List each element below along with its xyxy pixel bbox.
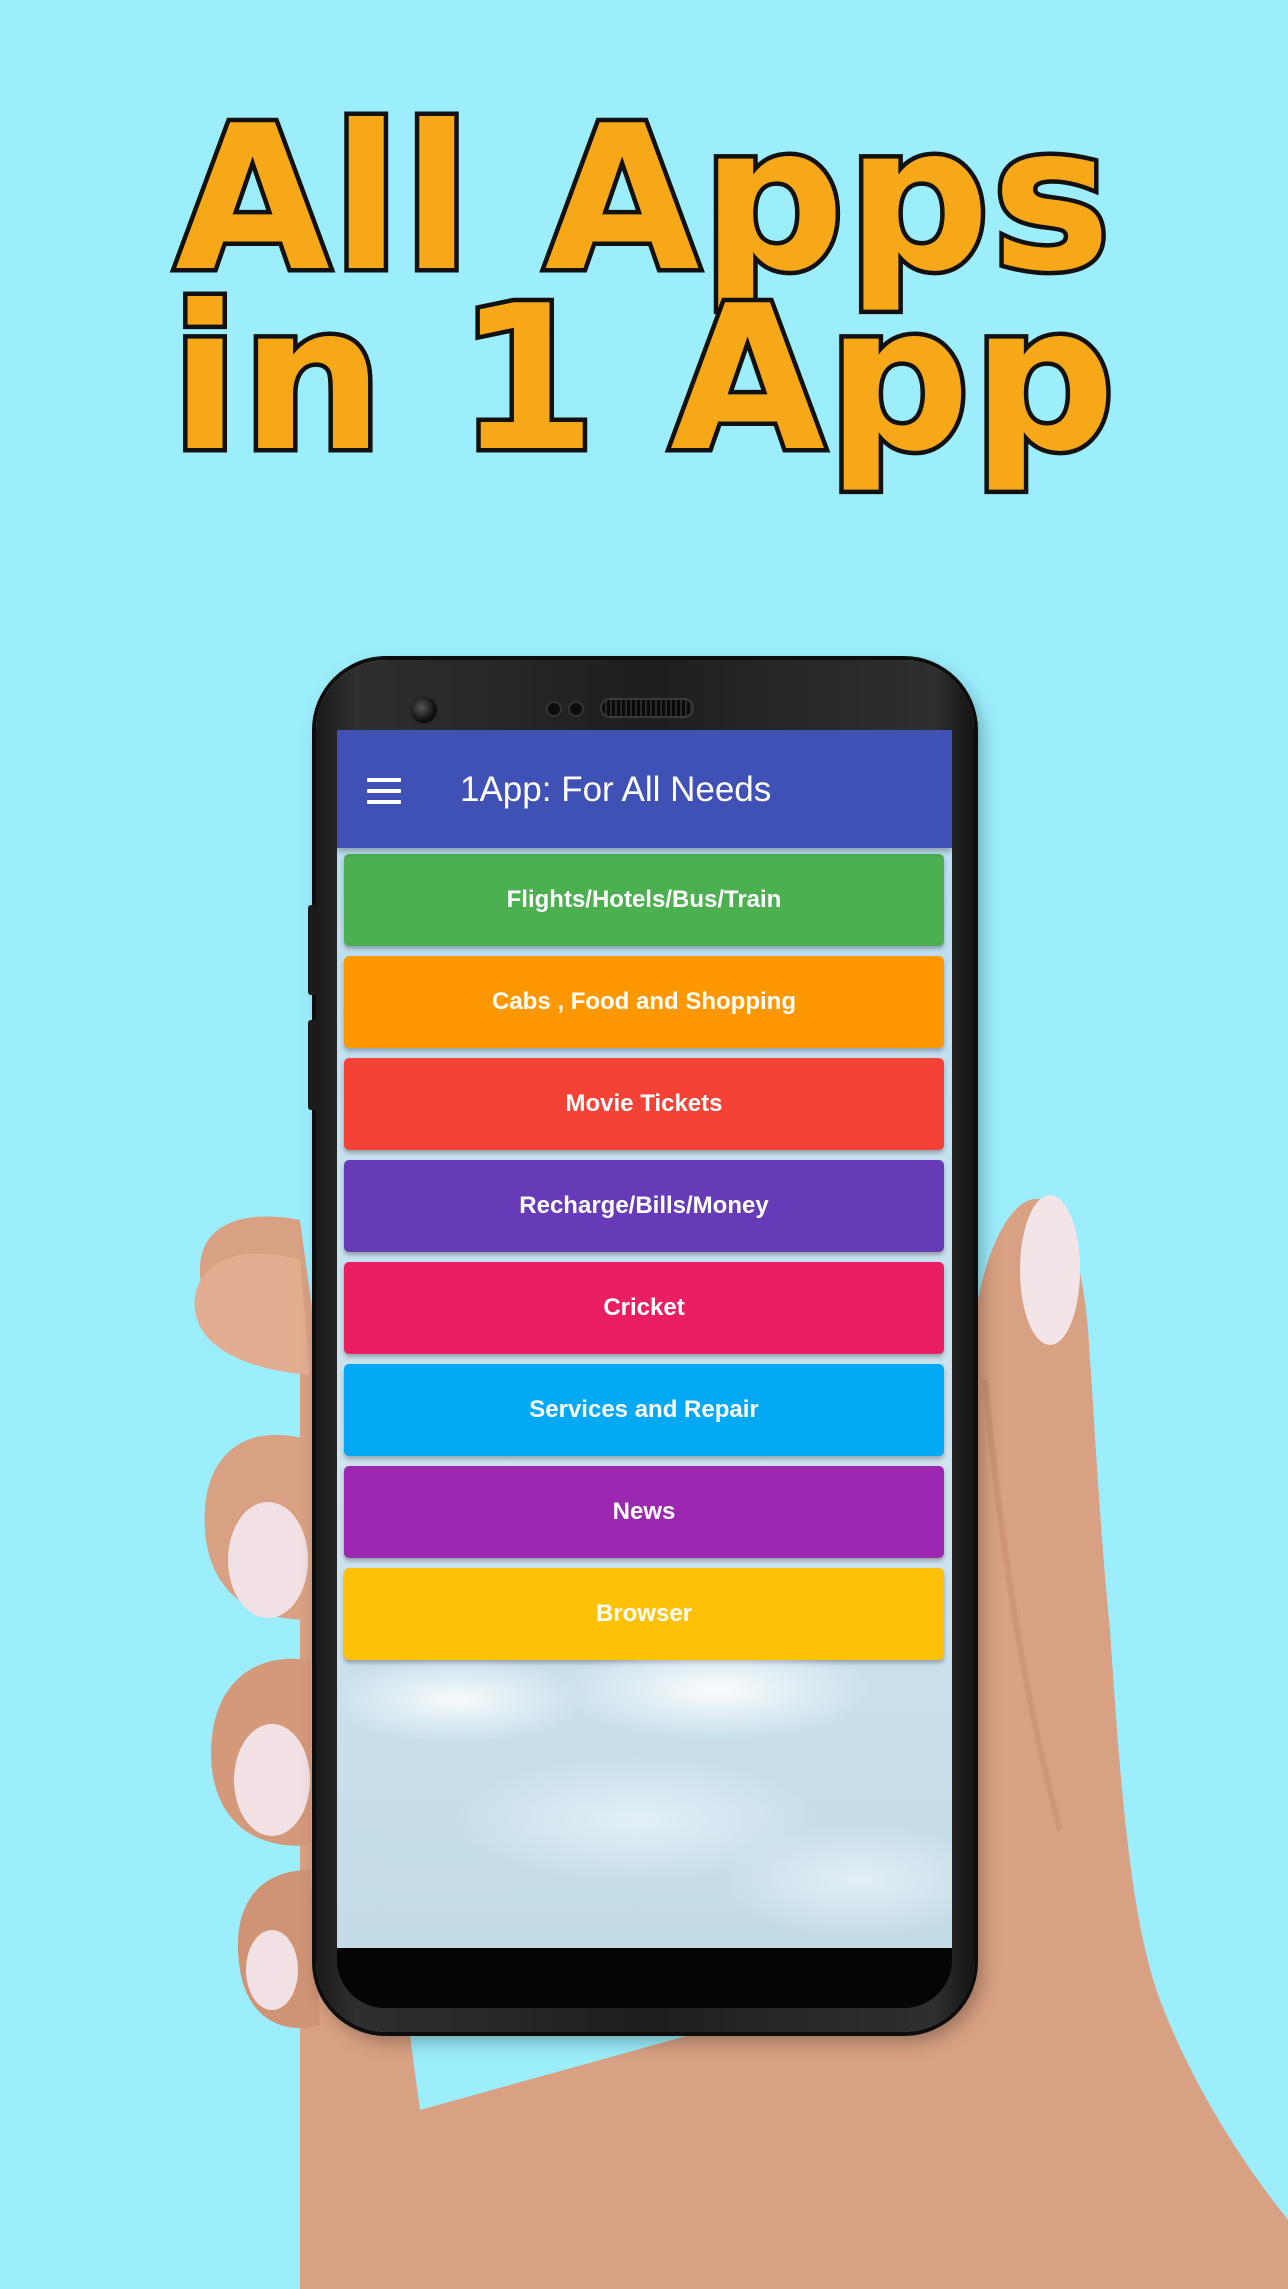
cricket-button[interactable]: Cricket [344, 1262, 944, 1354]
cabs-food-shopping-button[interactable]: Cabs , Food and Shopping [344, 956, 944, 1048]
finger-3 [211, 1658, 310, 1846]
front-camera-icon [408, 694, 440, 726]
fingernail-3 [234, 1724, 310, 1836]
menu-list: Flights/Hotels/Bus/Train Cabs , Food and… [344, 854, 944, 1670]
phone-screen: 1App: For All Needs Flights/Hotels/Bus/T… [337, 730, 952, 1948]
thumbnail [1020, 1195, 1080, 1345]
hamburger-menu-icon[interactable] [367, 778, 401, 804]
hero-title: All Apps in 1 App [0, 83, 1288, 496]
phone-device: 1App: For All Needs Flights/Hotels/Bus/T… [308, 660, 974, 2032]
thumb-shading [982, 1379, 1063, 1831]
movie-tickets-button[interactable]: Movie Tickets [344, 1058, 944, 1150]
finger-2 [204, 1434, 310, 1620]
phone-bottom-bezel [337, 1948, 952, 2008]
finger-1 [194, 1253, 310, 1375]
earpiece-speaker [600, 698, 694, 718]
app-bar: 1App: For All Needs [337, 730, 952, 848]
news-button[interactable]: News [344, 1466, 944, 1558]
app-title: 1App: For All Needs [460, 770, 772, 809]
menu-bar-top [367, 778, 401, 782]
flights-hotels-bus-train-button[interactable]: Flights/Hotels/Bus/Train [344, 854, 944, 946]
recharge-bills-money-button[interactable]: Recharge/Bills/Money [344, 1160, 944, 1252]
fingernail-4 [246, 1930, 298, 2010]
services-repair-button[interactable]: Services and Repair [344, 1364, 944, 1456]
hero-title-line-2: in 1 App [166, 263, 1119, 496]
hero-title-line-1: All Apps [171, 83, 1116, 316]
menu-bar-bottom [367, 800, 401, 804]
sky-background-image [337, 1660, 952, 1948]
light-sensor-icon [568, 701, 584, 717]
finger-4 [237, 1870, 320, 2028]
phone-volume-button-down [308, 1020, 316, 1110]
menu-bar-middle [367, 789, 401, 793]
phone-volume-button-up [308, 905, 316, 995]
browser-button[interactable]: Browser [344, 1568, 944, 1660]
proximity-sensor-icon [546, 701, 562, 717]
fingernail-2 [228, 1502, 308, 1618]
